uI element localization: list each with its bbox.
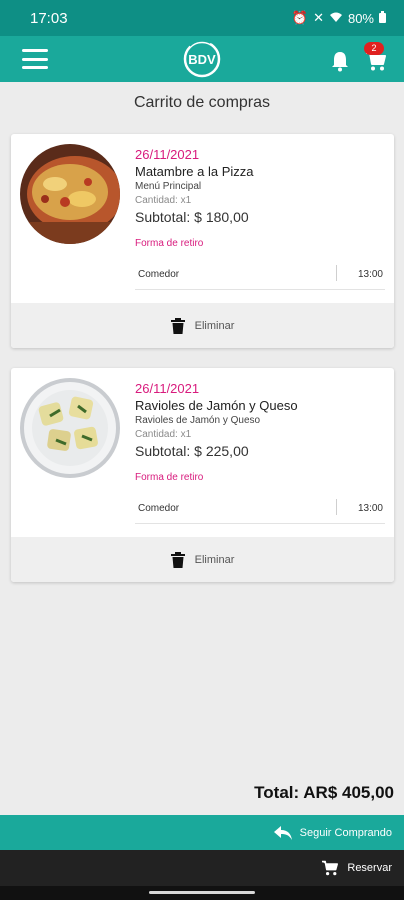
item-image-ravioles (20, 378, 120, 478)
reply-arrow-icon (273, 825, 292, 840)
item-category: Menú Principal (135, 181, 202, 192)
trash-icon (170, 551, 185, 568)
delete-label: Eliminar (194, 553, 235, 566)
item-quantity: Cantidad: x1 (135, 195, 192, 206)
alarm-icon: ⏰ (291, 10, 309, 25)
delete-label: Eliminar (194, 319, 235, 332)
status-bar: 17:03 ⏰ ✕ 80% (0, 0, 404, 36)
pickup-time: 13:00 (357, 269, 383, 280)
cart-count-badge: 2 (364, 42, 384, 55)
pickup-place: Comedor (138, 269, 180, 280)
item-date: 26/11/2021 (135, 381, 200, 396)
cart-item-card: 26/11/2021 Ravioles de Jamón y Queso Rav… (11, 368, 394, 582)
pickup-time: 13:00 (357, 503, 383, 514)
bell-icon[interactable] (330, 50, 350, 72)
item-image-matambre (20, 144, 120, 244)
battery-percent: 80% (347, 10, 374, 26)
pickup-selector[interactable]: Comedor 13:00 (135, 264, 385, 290)
pickup-divider (336, 499, 337, 515)
item-category: Ravioles de Jamón y Queso (135, 415, 261, 426)
svg-text:BDV: BDV (188, 52, 216, 67)
cart-item-card: 26/11/2021 Matambre a la Pizza Menú Prin… (11, 134, 394, 348)
item-name: Ravioles de Jamón y Queso (135, 398, 298, 413)
item-subtotal: Subtotal: $ 180,00 (135, 209, 249, 225)
status-time: 17:03 (30, 9, 68, 27)
pickup-place: Comedor (138, 503, 180, 514)
item-name: Matambre a la Pizza (135, 164, 254, 179)
home-gesture-handle[interactable] (149, 891, 255, 894)
wifi-icon (329, 11, 343, 26)
pickup-divider (336, 265, 337, 281)
item-subtotal: Subtotal: $ 225,00 (135, 443, 249, 459)
cart-icon (322, 860, 339, 876)
delete-button[interactable]: Eliminar (11, 537, 394, 582)
hamburger-menu-icon[interactable] (22, 49, 48, 69)
pickup-selector[interactable]: Comedor 13:00 (135, 498, 385, 524)
pickup-method-label: Forma de retiro (135, 238, 204, 249)
system-icons: ⏰ ✕ 80% (292, 10, 386, 26)
page-title: Carrito de compras (133, 94, 271, 111)
item-quantity: Cantidad: x1 (135, 429, 192, 440)
app-bar: BDV (0, 36, 404, 82)
reserve-button[interactable]: Reservar (0, 850, 404, 886)
mute-icon: ✕ (313, 10, 324, 25)
trash-icon (170, 317, 185, 334)
item-date: 26/11/2021 (135, 147, 200, 162)
pickup-method-label: Forma de retiro (135, 472, 204, 483)
battery-icon (379, 10, 386, 26)
reserve-label: Reservar (347, 862, 392, 874)
bdv-logo: BDV (183, 39, 221, 78)
continue-shopping-button[interactable]: Seguir Comprando (0, 815, 404, 850)
cart-total: Total: AR$ 405,00 (254, 783, 394, 802)
continue-shopping-label: Seguir Comprando (299, 826, 392, 839)
delete-button[interactable]: Eliminar (11, 303, 394, 348)
